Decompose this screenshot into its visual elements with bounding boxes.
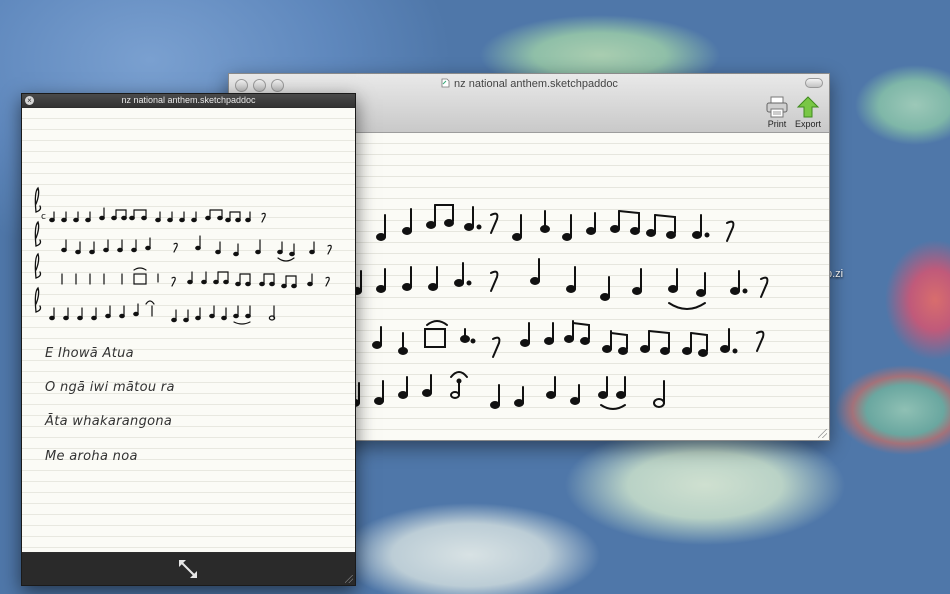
toolbar-toggle-button[interactable] <box>805 78 823 88</box>
panel-title: nz national anthem.sketchpaddoc <box>121 95 256 105</box>
printer-icon <box>766 96 788 118</box>
print-button[interactable]: Print <box>760 96 794 129</box>
lyric-line-4: Me aroha noa <box>45 449 138 464</box>
expand-button[interactable] <box>177 559 199 584</box>
panel-titlebar[interactable]: × nz national anthem.sketchpaddoc <box>22 94 355 107</box>
expand-arrows-icon <box>179 560 197 578</box>
document-icon <box>441 78 450 88</box>
window-title: nz national anthem.sketchpaddoc <box>229 78 829 90</box>
export-button[interactable]: Export <box>791 96 825 129</box>
notation-row-2 <box>352 258 769 310</box>
panel-footer <box>22 553 355 585</box>
panel-resize-grip[interactable] <box>345 575 353 583</box>
preview-panel[interactable]: × nz national anthem.sketchpaddoc c E Ih… <box>21 93 356 586</box>
preview-row-2 <box>34 220 332 262</box>
preview-row-4 <box>34 286 276 325</box>
preview-notation: c <box>34 186 332 325</box>
lyric-line-3: Āta whakarangona <box>45 414 173 429</box>
svg-text:c: c <box>41 212 46 222</box>
lyric-line-2: O ngā iwi mātou ra <box>45 380 175 395</box>
preview-row-1: c <box>34 186 266 223</box>
export-label: Export <box>794 119 821 129</box>
resize-grip[interactable] <box>818 429 827 438</box>
export-arrow-icon <box>796 96 820 118</box>
print-label: Print <box>767 119 787 129</box>
notation-row-4 <box>350 371 665 410</box>
notation-row-3 <box>372 320 765 358</box>
lyric-line-1: E Ihowā Atua <box>45 346 134 361</box>
preview-canvas[interactable]: c E Ihowā Atua O ngā iwi mātou ra Āta wh… <box>22 108 355 552</box>
notation-row-1 <box>376 204 735 242</box>
preview-row-3 <box>34 252 330 289</box>
